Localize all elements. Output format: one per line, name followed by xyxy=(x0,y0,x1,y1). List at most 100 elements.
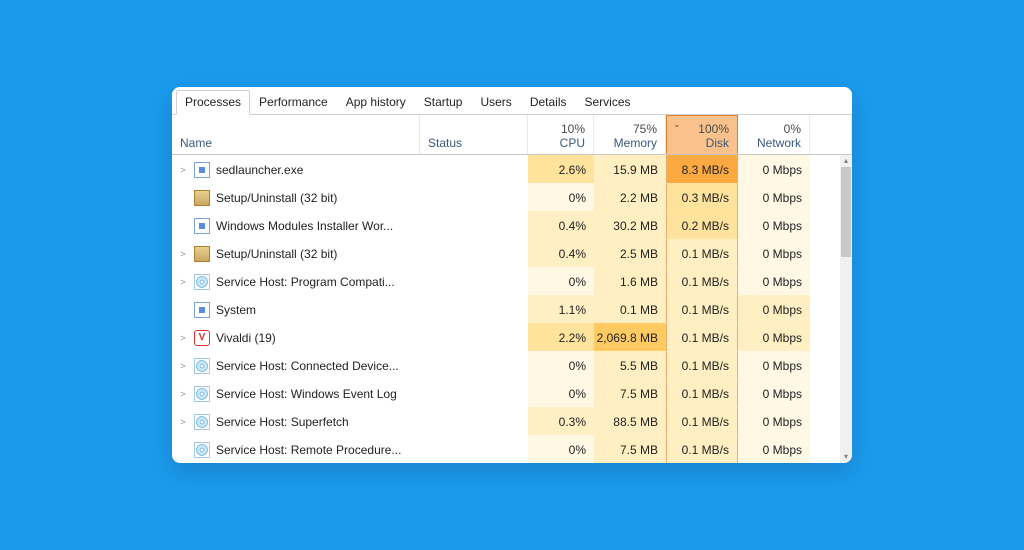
process-name-cell[interactable]: > Service Host: Windows Event Log xyxy=(172,379,420,407)
memory-cell: 88.5 MB xyxy=(594,407,666,435)
column-status[interactable]: Status xyxy=(420,115,528,154)
disk-cell: 0.1 MB/s xyxy=(666,407,738,435)
disk-cell: 0.1 MB/s xyxy=(666,239,738,267)
network-cell: 0 Mbps xyxy=(738,155,810,183)
process-row[interactable]: > Service Host: Program Compati... 0%1.6 M… xyxy=(172,267,840,295)
status-cell xyxy=(420,323,528,351)
network-cell: 0 Mbps xyxy=(738,211,810,239)
task-manager-window: ProcessesPerformanceApp historyStartupUs… xyxy=(172,87,852,463)
process-name-cell[interactable]: Setup/Uninstall (32 bit) xyxy=(172,183,420,211)
host-icon xyxy=(194,386,210,402)
tab-users[interactable]: Users xyxy=(471,90,520,115)
status-cell xyxy=(420,435,528,463)
memory-cell: 7.5 MB xyxy=(594,379,666,407)
expand-icon[interactable]: > xyxy=(178,277,188,287)
network-cell: 0 Mbps xyxy=(738,379,810,407)
process-row[interactable]: >Vivaldi (19) 2.2%2,069.8 MB0.1 MB/s0 Mbp… xyxy=(172,323,840,351)
tab-services[interactable]: Services xyxy=(576,90,640,115)
process-name-cell[interactable]: >Vivaldi (19) xyxy=(172,323,420,351)
expand-icon[interactable]: > xyxy=(178,165,188,175)
tab-strip: ProcessesPerformanceApp historyStartupUs… xyxy=(172,87,852,115)
scrollbar-thumb[interactable] xyxy=(841,167,851,257)
process-row[interactable]: Windows Modules Installer Wor... 0.4%30.2… xyxy=(172,211,840,239)
host-icon xyxy=(194,358,210,374)
sort-desc-icon: ⌄ xyxy=(673,119,681,130)
column-scroll-gutter xyxy=(810,115,852,154)
memory-cell: 15.9 MB xyxy=(594,155,666,183)
process-row[interactable]: >sedlauncher.exe 2.6%15.9 MB8.3 MB/s0 Mbp… xyxy=(172,155,840,183)
tab-processes[interactable]: Processes xyxy=(176,90,250,115)
process-name-cell[interactable]: >Setup/Uninstall (32 bit) xyxy=(172,239,420,267)
process-name-cell[interactable]: Windows Modules Installer Wor... xyxy=(172,211,420,239)
process-row[interactable]: Service Host: Remote Procedure...0%7.5 M… xyxy=(172,435,840,463)
expand-icon[interactable]: > xyxy=(178,389,188,399)
tab-startup[interactable]: Startup xyxy=(415,90,472,115)
process-row[interactable]: >Setup/Uninstall (32 bit)0.4%2.5 MB0.1 M… xyxy=(172,239,840,267)
tab-details[interactable]: Details xyxy=(521,90,576,115)
cpu-cell: 2.6% xyxy=(528,155,594,183)
column-name[interactable]: Name xyxy=(172,115,420,154)
process-name-cell[interactable]: > Service Host: Program Compati... xyxy=(172,267,420,295)
column-cpu[interactable]: 10%CPU xyxy=(528,115,594,154)
memory-cell: 30.2 MB xyxy=(594,211,666,239)
column-disk[interactable]: ⌄100%Disk xyxy=(666,115,738,154)
viv-icon xyxy=(194,330,210,346)
disk-cell: 8.3 MB/s xyxy=(666,155,738,183)
cpu-cell: 2.2% xyxy=(528,323,594,351)
process-list: >sedlauncher.exe2.6%15.9 MB8.3 MB/s0 Mbp… xyxy=(172,155,852,463)
cpu-cell: 0% xyxy=(528,379,594,407)
process-row[interactable]: >Service Host: Connected Device...0%5.5 … xyxy=(172,351,840,379)
process-name-label: Service Host: Superfetch xyxy=(216,415,349,429)
process-name-label: Service Host: Remote Procedure... xyxy=(216,443,401,457)
scroll-down-icon[interactable]: ▾ xyxy=(840,451,852,463)
process-name-cell[interactable]: >sedlauncher.exe xyxy=(172,155,420,183)
disk-cell: 0.2 MB/s xyxy=(666,211,738,239)
network-cell: 0 Mbps xyxy=(738,323,810,351)
column-memory[interactable]: 75%Memory xyxy=(594,115,666,154)
host-icon xyxy=(194,274,210,290)
disk-cell: 0.1 MB/s xyxy=(666,351,738,379)
tab-app-history[interactable]: App history xyxy=(337,90,415,115)
network-cell: 0 Mbps xyxy=(738,435,810,463)
column-headers: Name Status 10%CPU 75%Memory ⌄100%Disk 0… xyxy=(172,115,852,155)
cpu-cell: 0% xyxy=(528,351,594,379)
disk-cell: 0.1 MB/s xyxy=(666,323,738,351)
cpu-cell: 1.1% xyxy=(528,295,594,323)
disk-cell: 0.1 MB/s xyxy=(666,295,738,323)
column-network[interactable]: 0%Network xyxy=(738,115,810,154)
process-name-cell[interactable]: >Service Host: Connected Device... xyxy=(172,351,420,379)
expand-icon[interactable]: > xyxy=(178,417,188,427)
app-icon xyxy=(194,302,210,318)
expand-icon[interactable]: > xyxy=(178,361,188,371)
expand-icon[interactable]: > xyxy=(178,249,188,259)
status-cell xyxy=(420,239,528,267)
memory-cell: 2,069.8 MB xyxy=(594,323,666,351)
status-cell xyxy=(420,155,528,183)
status-cell xyxy=(420,351,528,379)
status-cell xyxy=(420,379,528,407)
cpu-cell: 0% xyxy=(528,267,594,295)
scroll-up-icon[interactable]: ▴ xyxy=(840,155,852,167)
network-cell: 0 Mbps xyxy=(738,183,810,211)
status-cell xyxy=(420,267,528,295)
expand-icon[interactable]: > xyxy=(178,333,188,343)
process-row[interactable]: >Service Host: Superfetch0.3%88.5 MB0.1 … xyxy=(172,407,840,435)
process-row[interactable]: > Service Host: Windows Event Log 0%7.5 MB… xyxy=(172,379,840,407)
tab-performance[interactable]: Performance xyxy=(250,90,337,115)
cpu-cell: 0.4% xyxy=(528,239,594,267)
process-name-cell[interactable]: Service Host: Remote Procedure... xyxy=(172,435,420,463)
cpu-cell: 0.4% xyxy=(528,211,594,239)
network-cell: 0 Mbps xyxy=(738,351,810,379)
setup-icon xyxy=(194,190,210,206)
process-name-label: System xyxy=(216,303,256,317)
host-icon xyxy=(194,414,210,430)
process-row[interactable]: Setup/Uninstall (32 bit)0%2.2 MB0.3 MB/s… xyxy=(172,183,840,211)
vertical-scrollbar[interactable]: ▴ ▾ xyxy=(840,155,852,463)
memory-cell: 1.6 MB xyxy=(594,267,666,295)
process-row[interactable]: System1.1%0.1 MB0.1 MB/s0 Mbps xyxy=(172,295,840,323)
process-name-label: Service Host: Program Compati... xyxy=(216,275,395,289)
process-name-cell[interactable]: System xyxy=(172,295,420,323)
setup-icon xyxy=(194,246,210,262)
process-name-label: Service Host: Windows Event Log xyxy=(216,387,397,401)
process-name-cell[interactable]: > Service Host: Superfetch xyxy=(172,407,420,435)
